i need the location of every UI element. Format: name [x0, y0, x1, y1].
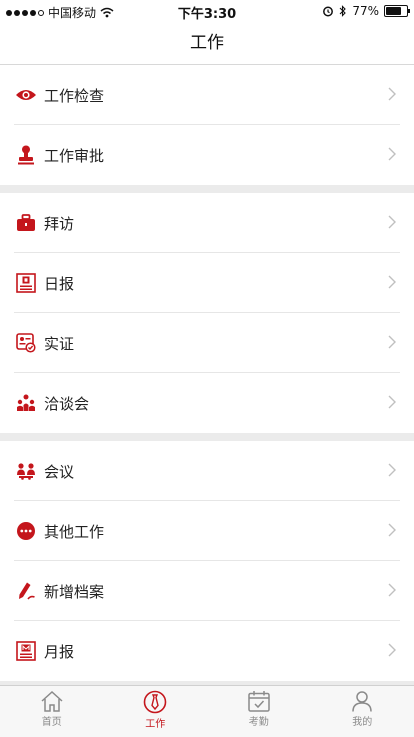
section-gap — [0, 433, 414, 441]
menu-item-negotiation[interactable]: 洽谈会 — [0, 373, 414, 433]
nav-bar: 工作 — [0, 22, 414, 65]
menu-item-work-inspection[interactable]: 工作检查 — [0, 65, 414, 125]
menu-item-label: 月报 — [44, 641, 74, 662]
monthly-report-icon — [14, 639, 38, 663]
meeting-icon — [14, 459, 38, 483]
menu-item-verification[interactable]: 实证 — [0, 313, 414, 373]
tab-label: 我的 — [352, 713, 372, 728]
tab-bar: 首页 工作 考勤 我的 — [0, 685, 414, 737]
chevron-right-icon — [388, 463, 396, 477]
eye-icon — [14, 83, 38, 107]
tab-attendance[interactable]: 考勤 — [207, 686, 311, 737]
tab-work[interactable]: 工作 — [104, 686, 208, 737]
tab-profile[interactable]: 我的 — [311, 686, 414, 737]
chevron-right-icon — [388, 583, 396, 597]
menu-item-label: 新增档案 — [44, 581, 104, 602]
page-title: 工作 — [190, 33, 224, 53]
menu-item-work-approval[interactable]: 工作审批 — [0, 125, 414, 185]
section-gap — [0, 185, 414, 193]
pen-icon — [14, 579, 38, 603]
chevron-right-icon — [388, 147, 396, 161]
chevron-right-icon — [388, 395, 396, 409]
chevron-right-icon — [388, 87, 396, 101]
more-dots-icon — [14, 519, 38, 543]
alarm-icon — [322, 5, 334, 17]
menu-group: 工作检查 工作审批 — [0, 65, 414, 185]
chevron-right-icon — [388, 275, 396, 289]
tab-label: 考勤 — [249, 713, 269, 728]
chevron-right-icon — [388, 335, 396, 349]
menu-item-meeting[interactable]: 会议 — [0, 441, 414, 501]
menu-group: 会议 其他工作 新增档案 — [0, 441, 414, 681]
chevron-right-icon — [388, 643, 396, 657]
menu-item-label: 日报 — [44, 273, 74, 294]
people-group-icon — [14, 391, 38, 415]
briefcase-icon — [14, 211, 38, 235]
menu-item-label: 工作审批 — [44, 145, 104, 166]
menu-item-label: 会议 — [44, 461, 74, 482]
calendar-check-icon — [247, 690, 271, 712]
stamp-icon — [14, 143, 38, 167]
person-icon — [350, 690, 374, 712]
tab-home[interactable]: 首页 — [0, 686, 104, 737]
menu-item-label: 洽谈会 — [44, 393, 89, 414]
menu-item-daily-report[interactable]: 日报 — [0, 253, 414, 313]
work-tie-icon — [143, 690, 167, 714]
menu-item-label: 拜访 — [44, 213, 74, 234]
menu-item-label: 实证 — [44, 333, 74, 354]
tab-label: 首页 — [42, 713, 62, 728]
tab-label: 工作 — [145, 715, 165, 730]
menu-item-label: 工作检查 — [44, 85, 104, 106]
chevron-right-icon — [388, 523, 396, 537]
daily-report-icon — [14, 271, 38, 295]
battery-percent: 77% — [352, 4, 379, 18]
menu-group: 拜访 日报 — [0, 193, 414, 433]
chevron-right-icon — [388, 215, 396, 229]
home-icon — [40, 690, 64, 712]
menu-list: 工作检查 工作审批 — [0, 65, 414, 681]
menu-item-monthly-report[interactable]: 月报 — [0, 621, 414, 681]
status-right: 77% — [322, 4, 408, 18]
status-bar: 中国移动 下午3:30 77% — [0, 0, 414, 22]
certificate-icon — [14, 331, 38, 355]
menu-item-other-work[interactable]: 其他工作 — [0, 501, 414, 561]
menu-item-label: 其他工作 — [44, 521, 104, 542]
menu-item-new-archive[interactable]: 新增档案 — [0, 561, 414, 621]
battery-icon — [384, 5, 408, 17]
bluetooth-icon — [339, 5, 347, 17]
menu-item-visit[interactable]: 拜访 — [0, 193, 414, 253]
